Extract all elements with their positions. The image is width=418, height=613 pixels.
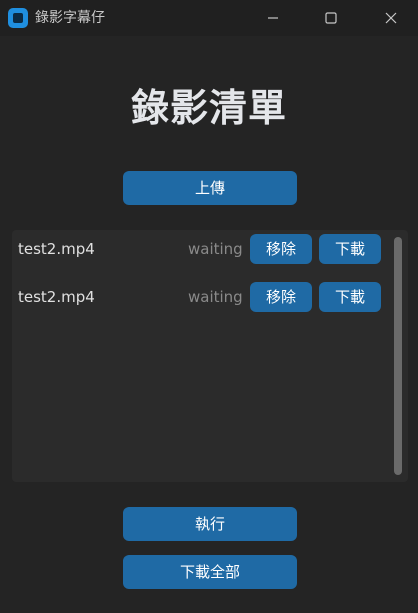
page-title: 錄影清單 bbox=[130, 86, 287, 130]
close-icon bbox=[385, 12, 397, 24]
status-text: waiting bbox=[188, 288, 243, 306]
maximize-icon bbox=[325, 12, 337, 24]
remove-button[interactable]: 移除 bbox=[250, 234, 312, 264]
file-name: test2.mp4 bbox=[18, 288, 95, 306]
title-bar: 錄影字幕仔 bbox=[0, 0, 418, 36]
list-item: test2.mp4 waiting 移除 下載 bbox=[12, 282, 392, 312]
close-button[interactable] bbox=[368, 0, 414, 36]
download-button[interactable]: 下載 bbox=[319, 234, 381, 264]
minimize-icon bbox=[268, 17, 278, 19]
remove-button[interactable]: 移除 bbox=[250, 282, 312, 312]
maximize-button[interactable] bbox=[308, 0, 354, 36]
download-button[interactable]: 下載 bbox=[319, 282, 381, 312]
file-name: test2.mp4 bbox=[18, 240, 95, 258]
list-item: test2.mp4 waiting 移除 下載 bbox=[12, 234, 392, 264]
minimize-button[interactable] bbox=[250, 0, 296, 36]
recording-list[interactable]: test2.mp4 waiting 移除 下載 test2.mp4 waitin… bbox=[12, 230, 408, 482]
upload-button[interactable]: 上傳 bbox=[123, 171, 297, 205]
run-button[interactable]: 執行 bbox=[123, 507, 297, 541]
app-window: 錄影字幕仔 錄影清單 上傳 test2.mp4 waiting 移除 下載 te… bbox=[0, 0, 418, 613]
list-scrollbar[interactable] bbox=[394, 237, 402, 475]
window-title: 錄影字幕仔 bbox=[35, 10, 105, 26]
status-text: waiting bbox=[188, 240, 243, 258]
app-logo-icon bbox=[8, 8, 28, 28]
download-all-button[interactable]: 下載全部 bbox=[123, 555, 297, 589]
